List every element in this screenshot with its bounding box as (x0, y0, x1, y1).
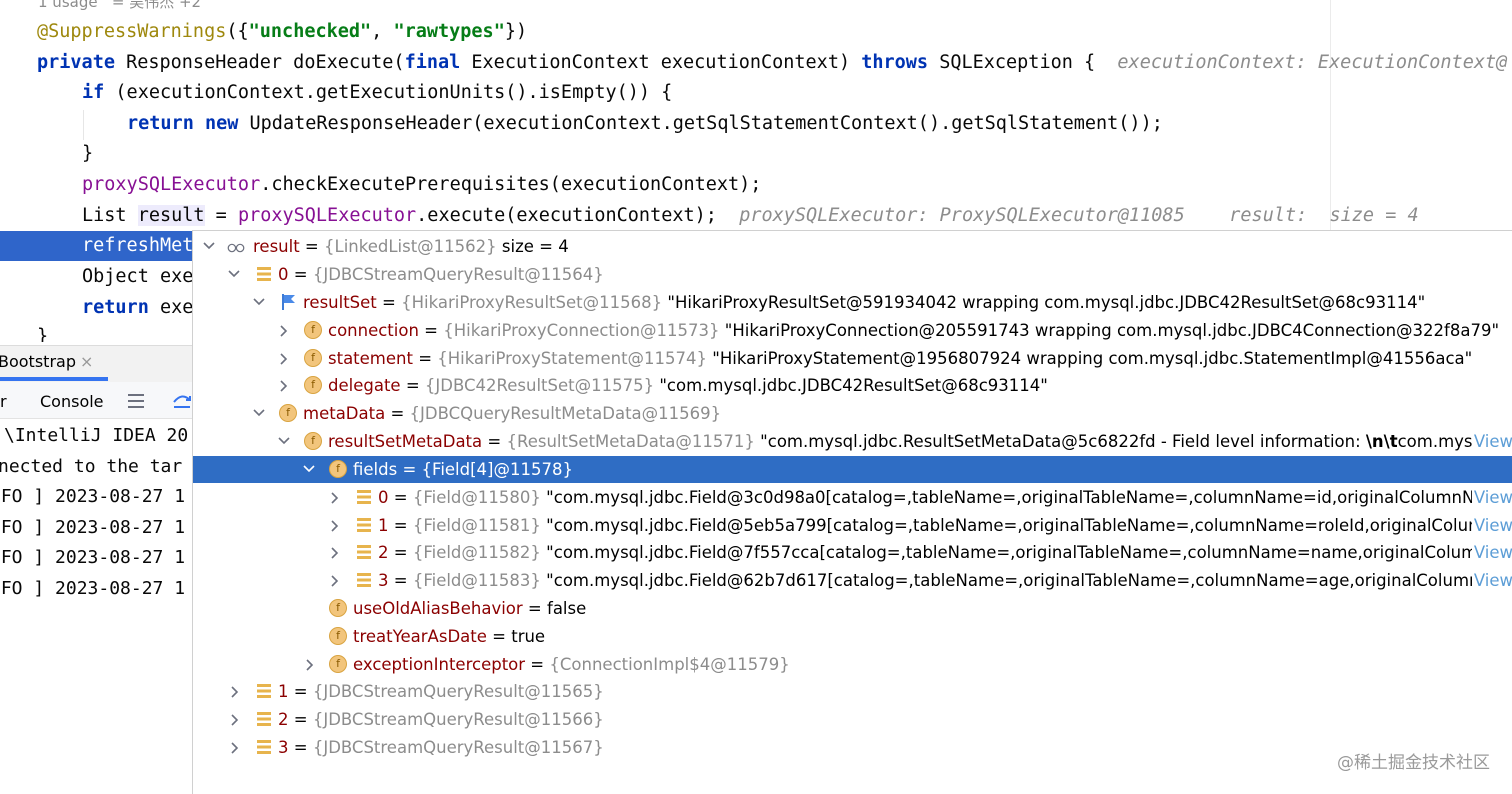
menu-lines-icon[interactable] (127, 392, 145, 410)
tree-row-delegate[interactable]: f delegate = {JDBC42ResultSet@11575} "co… (193, 372, 1512, 399)
list-element-icon (357, 518, 371, 532)
chevron-right-icon[interactable] (230, 678, 244, 705)
tree-row-field-3[interactable]: 3 = {Field@11583} "com.mysql.jdbc.Field@… (193, 567, 1512, 594)
console-line: NFO ] 2023-08-27 1 (0, 517, 186, 538)
chevron-down-icon[interactable] (228, 261, 242, 288)
view-link[interactable]: View (1471, 512, 1512, 539)
step-over-icon[interactable] (172, 390, 192, 410)
list-element-icon (257, 684, 271, 698)
chevron-right-icon[interactable] (279, 372, 293, 399)
tree-row-element-2[interactable]: 2 = {JDBCStreamQueryResult@11566} (193, 706, 1512, 733)
console-line: NFO ] 2023-08-27 1 (0, 486, 186, 507)
chevron-right-icon[interactable] (330, 512, 344, 539)
chevron-down-icon[interactable] (253, 289, 267, 316)
close-icon[interactable]: × (80, 352, 93, 371)
chevron-right-icon[interactable] (230, 706, 244, 733)
field-icon: f (329, 599, 347, 617)
tab-debugger-fragment[interactable]: r (0, 392, 7, 411)
field-icon: f (304, 321, 322, 339)
list-element-icon (357, 573, 371, 587)
console-line: \IntelliJ IDEA 20 (4, 425, 189, 446)
tree-row-element-0[interactable]: 0 = {JDBCStreamQueryResult@11564} (193, 261, 1512, 288)
field-icon: f (304, 349, 322, 367)
chevron-right-icon[interactable] (330, 567, 344, 594)
tree-row-metadata[interactable]: f metaData = {JDBCQueryResultMetaData@11… (193, 400, 1512, 427)
chevron-right-icon[interactable] (305, 651, 319, 678)
code-line-list-result: List result = proxySQLExecutor.execute(e… (82, 205, 1419, 226)
code-line-close-brace: } (82, 143, 94, 164)
tree-row-element-1[interactable]: 1 = {JDBCStreamQueryResult@11565} (193, 678, 1512, 705)
watermark-text: @稀土掘金技术社区 (1337, 753, 1490, 773)
code-line-end-brace: } (37, 326, 49, 342)
view-link[interactable]: View (1471, 428, 1512, 455)
list-element-icon (357, 490, 371, 504)
code-line-return-new: return new UpdateResponseHeader(executio… (127, 113, 1163, 134)
tree-row-statement[interactable]: f statement = {HikariProxyStatement@1157… (193, 345, 1512, 372)
tree-row-treatyearasdate[interactable]: f treatYearAsDate = true (193, 623, 1512, 650)
chevron-down-icon[interactable] (303, 456, 317, 483)
tab-bootstrap[interactable]: Bootstrap (0, 352, 76, 371)
list-element-icon (257, 740, 271, 754)
view-link[interactable]: View (1471, 484, 1512, 511)
console-line: NFO ] 2023-08-27 1 (0, 578, 186, 599)
tab-console[interactable]: Console (40, 392, 104, 411)
chevron-down-icon[interactable] (253, 400, 267, 427)
list-element-icon (257, 267, 271, 281)
field-icon: f (329, 460, 347, 478)
tree-row-exceptioninterceptor[interactable]: f exceptionInterceptor = {ConnectionImpl… (193, 651, 1512, 678)
code-line-refresh: refreshMet (82, 235, 194, 256)
field-icon: f (279, 404, 297, 422)
usage-hint[interactable]: 1 usage ≗ 吴伟杰 +2 (38, 0, 201, 12)
code-line-annotation: @SuppressWarnings({"unchecked", "rawtype… (37, 21, 528, 42)
tree-row-resultset[interactable]: resultSet = {HikariProxyResultSet@11568}… (193, 289, 1512, 316)
chevron-down-icon[interactable] (203, 233, 217, 260)
field-icon: f (329, 627, 347, 645)
field-icon: f (304, 432, 322, 450)
code-line-object: Object exe (82, 266, 194, 287)
tree-row-element-3[interactable]: 3 = {JDBCStreamQueryResult@11567} (193, 734, 1512, 761)
tree-row-useoldaliasbehavior[interactable]: f useOldAliasBehavior = false (193, 595, 1512, 622)
code-line-check: proxySQLExecutor.checkExecutePrerequisit… (82, 174, 762, 195)
watch-glasses-icon (227, 243, 245, 253)
view-link[interactable]: View (1471, 539, 1512, 566)
indent-guide (83, 110, 84, 140)
active-tab-indicator (0, 377, 108, 381)
code-line-return: return exe (82, 297, 194, 318)
tree-row-connection[interactable]: f connection = {HikariProxyConnection@11… (193, 317, 1512, 344)
chevron-down-icon[interactable] (278, 428, 292, 455)
code-line-signature: private ResponseHeader doExecute(final E… (37, 52, 1508, 73)
tree-row-resultsetmetadata[interactable]: f resultSetMetaData = {ResultSetMetaData… (193, 428, 1512, 455)
flag-icon (282, 294, 295, 310)
console-line: nected to the tar (0, 456, 183, 477)
field-icon: f (304, 376, 322, 394)
chevron-right-icon[interactable] (230, 734, 244, 761)
tree-row-field-2[interactable]: 2 = {Field@11582} "com.mysql.jdbc.Field@… (193, 539, 1512, 566)
list-element-icon (257, 712, 271, 726)
tree-row-field-1[interactable]: 1 = {Field@11581} "com.mysql.jdbc.Field@… (193, 512, 1512, 539)
view-link[interactable]: View (1471, 567, 1512, 594)
variable-inspector-popup[interactable]: result = {LinkedList@11562} size = 4 0 =… (192, 230, 1512, 794)
list-element-icon (357, 545, 371, 559)
code-line-if: if (executionContext.getExecutionUnits()… (82, 82, 673, 103)
tree-row-result[interactable]: result = {LinkedList@11562} size = 4 (193, 233, 1512, 260)
chevron-right-icon[interactable] (279, 317, 293, 344)
tree-row-field-0[interactable]: 0 = {Field@11580} "com.mysql.jdbc.Field@… (193, 484, 1512, 511)
console-line: NFO ] 2023-08-27 1 (0, 547, 186, 568)
chevron-right-icon[interactable] (330, 539, 344, 566)
right-margin-guide (1330, 0, 1331, 232)
chevron-right-icon[interactable] (279, 345, 293, 372)
inline-debug-hint: executionContext: ExecutionContext@ (1117, 52, 1508, 73)
field-icon: f (329, 655, 347, 673)
chevron-right-icon[interactable] (330, 484, 344, 511)
tree-row-fields[interactable]: f fields = {Field[4]@11578} (193, 456, 1512, 483)
inline-debug-hint: result: size = 4 (1229, 205, 1419, 226)
inline-debug-hint: proxySQLExecutor: ProxySQLExecutor@11085 (739, 205, 1185, 226)
